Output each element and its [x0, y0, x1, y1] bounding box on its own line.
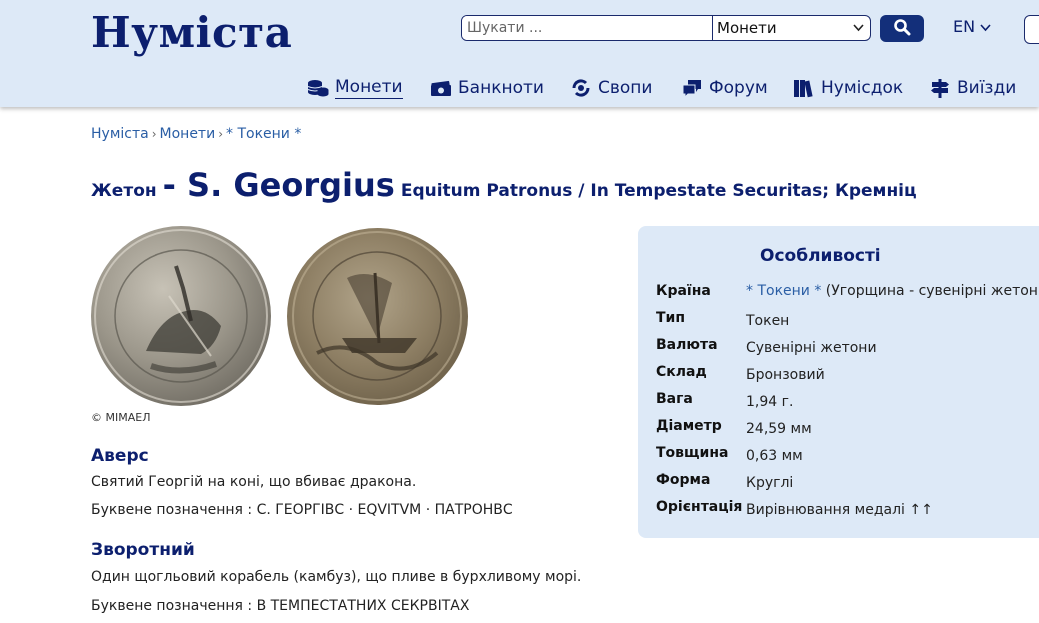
feature-value-diameter: 24,59 мм	[746, 421, 812, 437]
site-logo[interactable]: Нуміста	[91, 8, 292, 57]
coin-obverse-image[interactable]	[91, 226, 271, 406]
feature-key-currency: Валюта	[656, 337, 718, 353]
nav-item-forum[interactable]: Форум	[681, 74, 768, 102]
nav-item-coins[interactable]: Монети	[307, 74, 403, 102]
lettering-label: Буквене позначення :	[91, 502, 253, 518]
lettering-label: Буквене позначення :	[91, 598, 253, 614]
site-header: Нуміста Монети EN	[0, 0, 1039, 107]
feature-value-country: * Токени * (Угорщина - сувенірні жетони)	[746, 283, 1039, 299]
country-note: (Угорщина - сувенірні жетони)	[825, 283, 1039, 299]
features-panel	[638, 226, 1039, 538]
feature-key-country: Країна	[656, 283, 711, 299]
nav-label: Форум	[709, 78, 768, 98]
feature-key-thickness: Товщина	[656, 445, 729, 461]
nav-item-banknotes[interactable]: Банкноти	[430, 74, 544, 102]
feature-value-orientation: Вирівнювання медалі ↑↑	[746, 502, 933, 518]
feature-key-weight: Вага	[656, 391, 693, 407]
feature-key-orientation: Орієнтація	[656, 499, 743, 515]
nav-label: Нумісдок	[821, 78, 904, 98]
lettering-value: В ТЕМПЕСТАТНИХ СЕКРВІТАХ	[256, 598, 470, 614]
feature-key-shape: Форма	[656, 472, 711, 488]
nav-item-numisdoc[interactable]: Нумісдок	[793, 74, 903, 102]
forum-icon	[681, 78, 703, 99]
features-heading: Особливості	[760, 246, 881, 266]
language-label: EN	[953, 17, 976, 36]
obverse-lettering: Буквене позначення : С. ГЕОРГІВС · EQVIT…	[91, 502, 513, 518]
obverse-description: Святий Георгій на коні, що вбиває дракон…	[91, 474, 417, 490]
search-button[interactable]	[880, 15, 924, 42]
feature-key-composition: Склад	[656, 364, 707, 380]
title-type: Жетон	[91, 181, 157, 201]
nav-label: Виїзди	[957, 78, 1017, 98]
search-icon	[893, 18, 911, 40]
breadcrumb-separator: ›	[218, 127, 223, 141]
coins-icon	[307, 78, 329, 98]
banknote-icon	[430, 78, 452, 98]
nav-item-swaps[interactable]: Свопи	[570, 74, 652, 102]
breadcrumb-separator: ›	[151, 127, 157, 141]
chevron-down-icon	[853, 22, 864, 35]
swap-icon	[570, 78, 592, 98]
breadcrumb-link-home[interactable]: Нуміста	[91, 126, 149, 142]
page-title: Жетон - S. Georgius Equitum Patronus / In …	[91, 166, 917, 204]
chevron-down-icon	[980, 17, 991, 36]
feature-value-currency: Сувенірні жетони	[746, 340, 877, 356]
title-subtitle: Equitum Patronus / In Tempestate Securit…	[400, 181, 917, 201]
lettering-value: С. ГЕОРГІВС · EQVITVM · ПАТРОНВС	[256, 502, 513, 518]
nav-label: Монети	[335, 77, 403, 99]
country-link[interactable]: * Токени *	[746, 283, 821, 299]
language-selector[interactable]: EN	[953, 17, 991, 36]
reverse-description: Один щогльовий корабель (камбуз), що пли…	[91, 569, 582, 585]
search-category-value: Монети	[717, 19, 777, 37]
reverse-lettering: Буквене позначення : В ТЕМПЕСТАТНИХ СЕКР…	[91, 598, 469, 614]
feature-value-shape: Круглі	[746, 475, 794, 491]
image-credit: © MIMAEЛ	[91, 411, 151, 424]
books-icon	[793, 78, 815, 98]
search-input[interactable]	[462, 16, 713, 40]
breadcrumb: Нуміста › Монети › * Токени *	[91, 126, 301, 142]
feature-value-type: Токен	[746, 313, 790, 329]
reverse-heading: Зворотний	[91, 540, 195, 560]
feature-value-thickness: 0,63 мм	[746, 448, 803, 464]
title-name: - S. Georgius	[162, 166, 395, 204]
nav-label: Банкноти	[458, 78, 544, 98]
search-bar: Монети	[461, 15, 871, 41]
obverse-heading: Аверс	[91, 446, 149, 466]
feature-key-type: Тип	[656, 310, 686, 326]
breadcrumb-link-tokens[interactable]: * Токени *	[226, 126, 301, 142]
signpost-icon	[929, 78, 951, 98]
coin-reverse-image[interactable]	[287, 228, 468, 405]
nav-item-trips[interactable]: Виїзди	[929, 74, 1016, 102]
menu-button[interactable]	[1024, 15, 1039, 44]
search-category-select[interactable]: Монети	[713, 16, 870, 40]
nav-label: Свопи	[598, 78, 653, 98]
feature-key-diameter: Діаметр	[656, 418, 722, 434]
breadcrumb-link-coins[interactable]: Монети	[160, 126, 216, 142]
feature-value-composition: Бронзовий	[746, 367, 825, 383]
feature-value-weight: 1,94 г.	[746, 394, 794, 410]
